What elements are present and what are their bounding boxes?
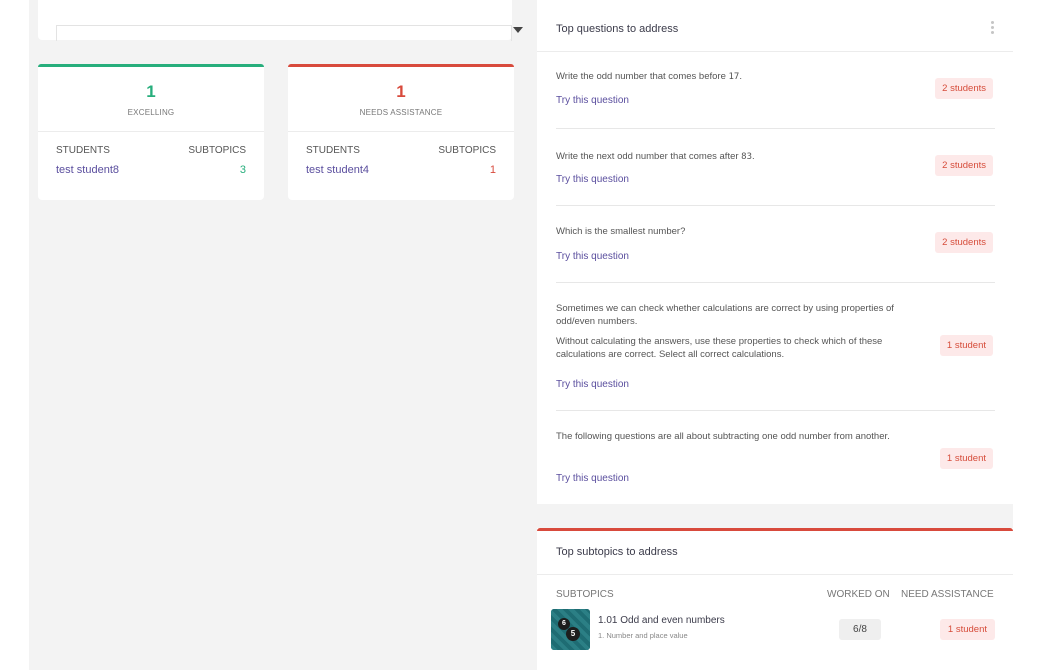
- question-text: Sometimes we can check whether calculati…: [556, 303, 894, 327]
- try-question-link[interactable]: Try this question: [556, 473, 629, 484]
- needs-assistance-card: 1 NEEDS ASSISTANCE STUDENTS SUBTOPICS te…: [288, 64, 514, 200]
- filter-dropdown[interactable]: [38, 0, 512, 41]
- question-text: Which is the smallest number?: [556, 226, 686, 237]
- question-text: The following questions are all about su…: [556, 431, 890, 442]
- ball-icon: 5: [566, 627, 580, 641]
- student-count-badge: 1 student: [939, 448, 993, 469]
- subtopic-thumbnail[interactable]: 6 5: [551, 609, 590, 650]
- subtopics-count: 1: [489, 164, 496, 176]
- filter-input[interactable]: [56, 25, 512, 41]
- student-count-badge: 1 student: [939, 335, 993, 356]
- subtopic-name[interactable]: 1.01 Odd and even numbers: [598, 615, 725, 626]
- row-divider: [556, 282, 995, 283]
- row-divider: [556, 410, 995, 411]
- kebab-icon[interactable]: [991, 21, 995, 36]
- top-subtopics-panel: Top subtopics to address SUBTOPICS WORKE…: [537, 528, 1013, 670]
- card-divider: [288, 131, 514, 132]
- subtopics-count: 3: [239, 164, 246, 176]
- subtopics-column-header: SUBTOPICS: [438, 145, 496, 156]
- panel-title: Top subtopics to address: [556, 546, 678, 558]
- excelling-label: EXCELLING: [127, 108, 175, 117]
- try-question-link[interactable]: Try this question: [556, 174, 629, 185]
- student-count-badge: 2 students: [935, 78, 993, 99]
- students-column-header: STUDENTS: [56, 145, 110, 156]
- top-questions-panel: Top questions to address Write the odd n…: [537, 0, 1013, 504]
- question-text: Write the odd number that comes before 1…: [556, 71, 742, 82]
- panel-header-divider: [537, 574, 1013, 575]
- question-text: Write the next odd number that comes aft…: [556, 151, 755, 162]
- question-text: Without calculating the answers, use the…: [556, 336, 883, 360]
- student-count-badge: 2 students: [935, 155, 993, 176]
- student-link[interactable]: test student4: [306, 164, 369, 176]
- try-question-link[interactable]: Try this question: [556, 379, 629, 390]
- panel-title: Top questions to address: [556, 23, 679, 35]
- subtopic-topic: 1. Number and place value: [598, 631, 688, 640]
- student-link[interactable]: test student8: [56, 164, 119, 176]
- panel-header-divider: [537, 51, 1013, 52]
- card-accent-bar: [288, 64, 514, 67]
- row-divider: [556, 205, 995, 206]
- try-question-link[interactable]: Try this question: [556, 251, 629, 262]
- student-count-badge: 2 students: [935, 232, 993, 253]
- left-edge-strip: [0, 0, 29, 670]
- need-assistance-badge: 1 student: [939, 619, 995, 640]
- subtopics-column-header: SUBTOPICS: [188, 145, 246, 156]
- need-assistance-column-header: NEED ASSISTANCE: [901, 589, 994, 600]
- panel-gap: [537, 504, 1013, 530]
- chevron-down-icon[interactable]: [513, 27, 523, 33]
- students-column-header: STUDENTS: [306, 145, 360, 156]
- row-divider: [556, 128, 995, 129]
- needs-assistance-label: NEEDS ASSISTANCE: [359, 108, 443, 117]
- panel-accent-bar: [537, 528, 1013, 531]
- subtopics-column-header: SUBTOPICS: [556, 589, 614, 600]
- excelling-card: 1 EXCELLING STUDENTS SUBTOPICS test stud…: [38, 64, 264, 200]
- card-accent-bar: [38, 64, 264, 67]
- needs-assistance-count: 1: [396, 82, 406, 101]
- worked-on-badge: 6/8: [839, 619, 881, 640]
- try-question-link[interactable]: Try this question: [556, 95, 629, 106]
- excelling-count: 1: [146, 82, 156, 101]
- card-divider: [38, 131, 264, 132]
- worked-on-column-header: WORKED ON: [827, 589, 890, 600]
